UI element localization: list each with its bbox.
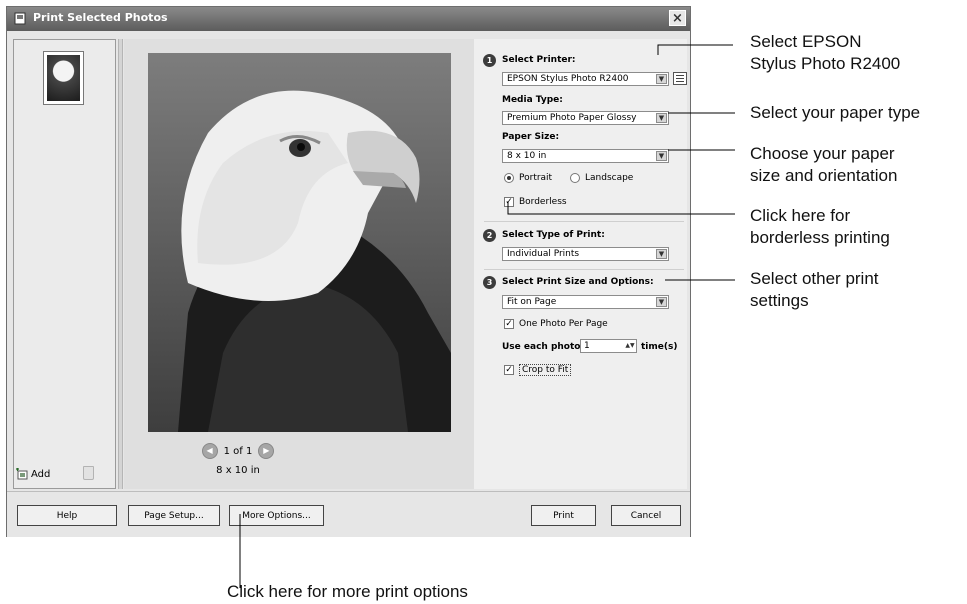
- callout-other-line1: Select other print: [750, 269, 879, 288]
- callout-size-line1: Choose your paper: [750, 144, 895, 163]
- callout-paper-type: Select your paper type: [750, 103, 921, 122]
- callout-printer-line2: Stylus Photo R2400: [750, 54, 901, 73]
- callout-more-options: Click here for more print options: [227, 582, 468, 601]
- callout-borderless: Click here for borderless printing: [750, 205, 890, 249]
- callout-paper-size: Choose your paper size and orientation: [750, 143, 897, 187]
- callout-other-settings: Select other print settings: [750, 268, 879, 312]
- callout-size-line2: size and orientation: [750, 166, 898, 185]
- callout-printer-line1: Select EPSON: [750, 32, 862, 51]
- callout-printer: Select EPSON Stylus Photo R2400: [750, 31, 900, 75]
- callout-borderless-line1: Click here for: [750, 206, 851, 225]
- callout-other-line2: settings: [750, 291, 809, 310]
- callout-borderless-line2: borderless printing: [750, 228, 890, 247]
